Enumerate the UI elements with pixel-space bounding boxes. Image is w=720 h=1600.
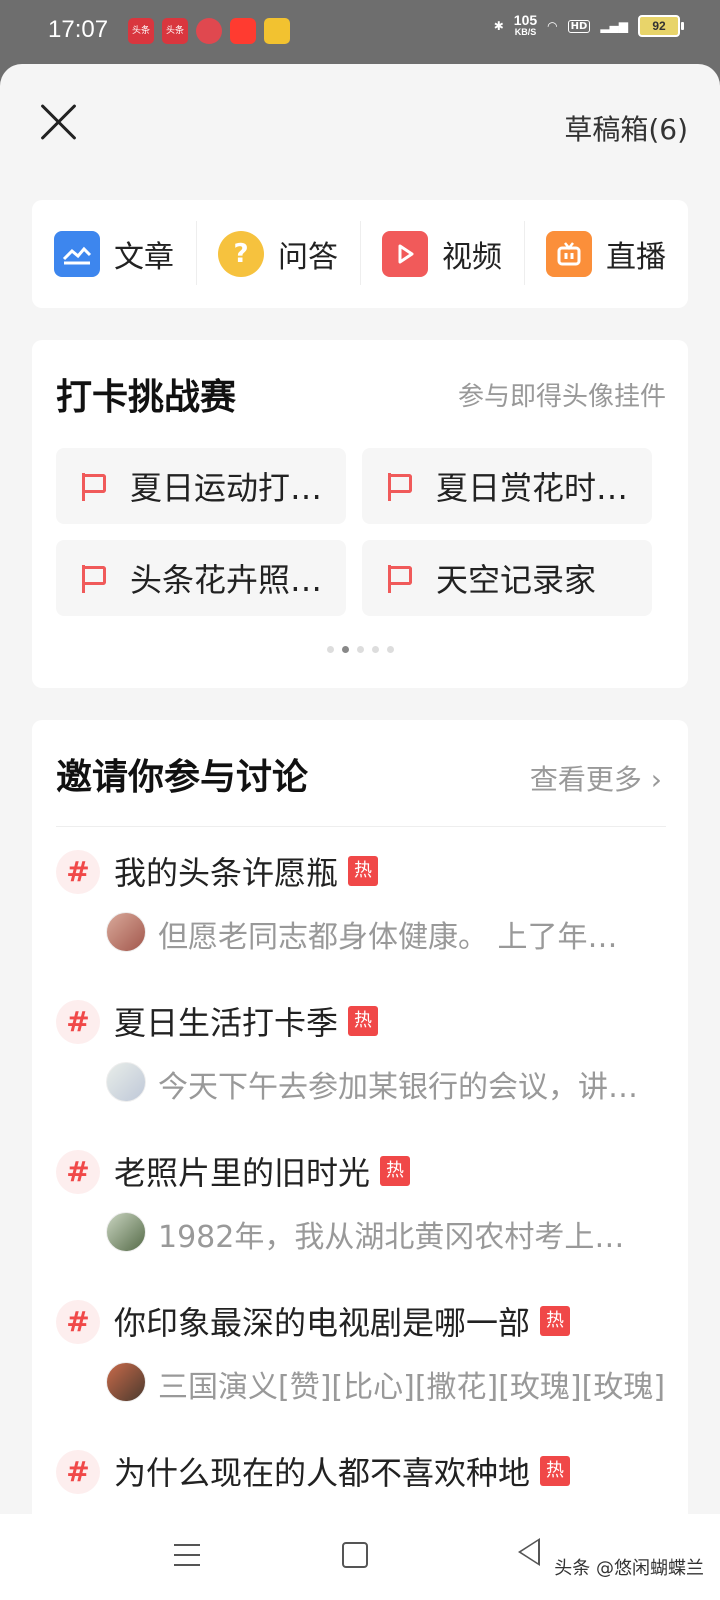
- challenge-item[interactable]: 天空记录家: [362, 540, 652, 616]
- topic-title: 你印象最深的电视剧是哪一部 热: [114, 1298, 571, 1344]
- back-icon[interactable]: [518, 1538, 540, 1566]
- live-icon: [546, 231, 592, 277]
- checkin-title: 打卡挑战赛: [56, 377, 237, 418]
- topic-title-text: 我的头条许愿瓶: [114, 854, 339, 892]
- publish-live-label: 直播: [606, 240, 666, 275]
- battery-icon: 92: [638, 15, 684, 37]
- hashtag-icon: #: [56, 850, 100, 894]
- see-more-link[interactable]: 查看更多 ›: [530, 758, 662, 798]
- avatar: [106, 1362, 146, 1402]
- discussion-card: 邀请你参与讨论 查看更多 › # 我的头条许愿瓶 热 但愿老同志都身体健康。 上…: [32, 720, 688, 1514]
- carousel-pager: [32, 646, 688, 653]
- divider: [56, 826, 666, 827]
- hd-badge: HD: [567, 19, 591, 33]
- drafts-button[interactable]: 草稿箱(6): [564, 108, 688, 148]
- notification-icons: 头条 头条: [128, 18, 290, 44]
- hot-badge: 热: [540, 1456, 571, 1486]
- topic-title: 为什么现在的人都不喜欢种地 热: [114, 1448, 571, 1494]
- flag-icon: [386, 563, 414, 593]
- wifi-icon: ◠: [547, 19, 558, 33]
- qa-icon: ?: [218, 231, 264, 277]
- challenge-label: 天空记录家: [436, 561, 597, 599]
- challenge-item[interactable]: 头条花卉照…: [56, 540, 346, 616]
- bluetooth-icon: ✱: [493, 19, 504, 33]
- status-bar: 17:07 头条 头条 ✱ 105 KB/S ◠ HD ▂▄▆ 92: [0, 0, 720, 64]
- hashtag-icon: #: [56, 1450, 100, 1494]
- pager-dot-active: [341, 646, 349, 653]
- topic-item[interactable]: # 老照片里的旧时光 热 1982年，我从湖北黄冈农村考上…: [56, 1146, 666, 1296]
- watermark: 头条 @悠闲蝴蝶兰: [554, 1558, 704, 1579]
- topic-title-text: 你印象最深的电视剧是哪一部: [114, 1304, 531, 1342]
- publish-sheet: 草稿箱(6) 文章 ? 问答 视频 直播 打卡挑战赛 参与即得头像挂件 夏日运动…: [0, 64, 720, 1514]
- challenge-label: 夏日运动打…: [130, 469, 323, 507]
- topic-title: 我的头条许愿瓶 热: [114, 848, 379, 894]
- challenge-label: 夏日赏花时…: [436, 469, 629, 507]
- topic-item[interactable]: # 我的头条许愿瓶 热 但愿老同志都身体健康。 上了年…: [56, 846, 666, 996]
- chevron-right-icon: ›: [650, 763, 662, 796]
- publish-video-button[interactable]: 视频: [360, 221, 524, 285]
- flag-icon: [386, 471, 414, 501]
- publish-article-label: 文章: [114, 240, 174, 275]
- avatar: [106, 912, 146, 952]
- pager-dot: [386, 646, 394, 653]
- topic-item[interactable]: # 为什么现在的人都不喜欢种地 热: [56, 1446, 666, 1514]
- publish-qa-button[interactable]: ? 问答: [196, 221, 360, 285]
- topic-list: # 我的头条许愿瓶 热 但愿老同志都身体健康。 上了年… # 夏日生活打卡季 热…: [56, 846, 666, 1514]
- video-icon: [382, 231, 428, 277]
- status-time: 17:07: [48, 16, 109, 43]
- toutiao-lite-app-icon: 头条: [162, 18, 188, 44]
- avatar: [106, 1062, 146, 1102]
- publish-article-button[interactable]: 文章: [32, 231, 196, 277]
- avatar: [106, 1212, 146, 1252]
- hot-badge: 热: [540, 1306, 571, 1336]
- status-indicators: ✱ 105 KB/S ◠ HD ▂▄▆ 92: [493, 12, 684, 38]
- flag-icon: [80, 471, 108, 501]
- discussion-title: 邀请你参与讨论: [56, 757, 309, 798]
- checkin-subtitle: 参与即得头像挂件: [457, 382, 666, 412]
- pager-dot: [356, 646, 364, 653]
- pager-dot: [371, 646, 379, 653]
- video-app-icon: [230, 18, 256, 44]
- yellow-app-icon: [264, 18, 290, 44]
- topic-title-text: 夏日生活打卡季: [114, 1004, 339, 1042]
- challenge-grid: 夏日运动打… 夏日赏花时… 头条花卉照… 天空记录家: [56, 448, 652, 616]
- toutiao-app-icon: 头条: [128, 18, 154, 44]
- article-icon: [54, 231, 100, 277]
- heart-app-icon: [196, 18, 222, 44]
- publish-type-card: 文章 ? 问答 视频 直播: [32, 200, 688, 308]
- topic-title: 老照片里的旧时光 热: [114, 1148, 411, 1194]
- signal-icon: ▂▄▆: [600, 19, 628, 33]
- publish-video-label: 视频: [442, 240, 502, 275]
- topic-title-text: 为什么现在的人都不喜欢种地: [114, 1454, 531, 1492]
- topic-preview: 今天下午去参加某银行的会议，讲…: [158, 1070, 638, 1105]
- topic-preview: 1982年，我从湖北黄冈农村考上…: [158, 1220, 625, 1255]
- publish-live-button[interactable]: 直播: [524, 221, 688, 285]
- topic-item[interactable]: # 你印象最深的电视剧是哪一部 热 三国演义[赞][比心][撒花][玫瑰][玫瑰…: [56, 1296, 666, 1446]
- hot-badge: 热: [348, 1006, 379, 1036]
- menu-icon[interactable]: [174, 1544, 200, 1566]
- topic-preview: 但愿老同志都身体健康。 上了年…: [158, 920, 618, 955]
- checkin-challenge-card: 打卡挑战赛 参与即得头像挂件 夏日运动打… 夏日赏花时… 头条花卉照… 天空记录…: [32, 340, 688, 688]
- hashtag-icon: #: [56, 1150, 100, 1194]
- pager-dot: [326, 646, 334, 653]
- topic-title-text: 老照片里的旧时光: [114, 1154, 371, 1192]
- topic-preview: 三国演义[赞][比心][撒花][玫瑰][玫瑰]: [158, 1370, 666, 1405]
- hashtag-icon: #: [56, 1300, 100, 1344]
- flag-icon: [80, 563, 108, 593]
- topic-item[interactable]: # 夏日生活打卡季 热 今天下午去参加某银行的会议，讲…: [56, 996, 666, 1146]
- hot-badge: 热: [380, 1156, 411, 1186]
- topic-title: 夏日生活打卡季 热: [114, 998, 379, 1044]
- publish-qa-label: 问答: [278, 240, 338, 275]
- challenge-item[interactable]: 夏日运动打…: [56, 448, 346, 524]
- hot-badge: 热: [348, 856, 379, 886]
- home-icon[interactable]: [342, 1542, 368, 1568]
- challenge-label: 头条花卉照…: [130, 561, 323, 599]
- hashtag-icon: #: [56, 1000, 100, 1044]
- system-nav-bar: 头条 @悠闲蝴蝶兰: [0, 1514, 720, 1600]
- network-speed: 105 KB/S: [513, 12, 538, 37]
- challenge-item[interactable]: 夏日赏花时…: [362, 448, 652, 524]
- close-icon[interactable]: [38, 102, 78, 142]
- see-more-label: 查看更多: [529, 763, 642, 796]
